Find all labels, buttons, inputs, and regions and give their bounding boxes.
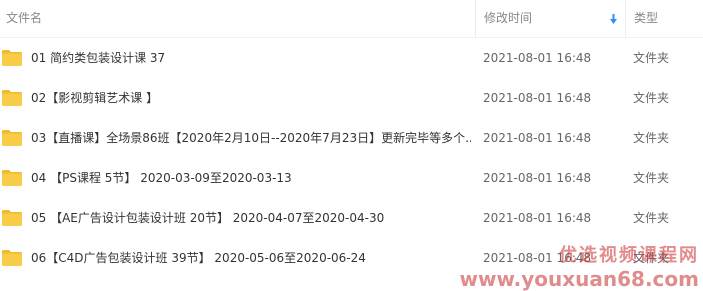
folder-icon — [2, 50, 22, 66]
file-modified-time: 2021-08-01 16:48 — [483, 211, 592, 225]
column-header-name[interactable]: 文件名 — [0, 0, 475, 37]
file-name[interactable]: 03【直播课】全场景86班【2020年2月10日--2020年7月23日】更新完… — [31, 118, 471, 158]
file-list-header: 文件名 修改时间 类型 — [0, 0, 703, 38]
column-header-modified-time[interactable]: 修改时间 — [475, 0, 625, 37]
file-row[interactable]: 04 【PS课程 5节】 2020-03-09至2020-03-13 2021-0… — [0, 158, 703, 198]
column-header-type[interactable]: 类型 — [625, 0, 703, 37]
file-type: 文件夹 — [633, 51, 670, 65]
file-name[interactable]: 02【影视剪辑艺术课 】 — [31, 78, 471, 118]
file-modified-time: 2021-08-01 16:48 — [483, 171, 592, 185]
file-name[interactable]: 01 简约类包装设计课 37 — [31, 38, 471, 78]
file-row[interactable]: 01 简约类包装设计课 37 2021-08-01 16:48 文件夹 — [0, 38, 703, 78]
file-type: 文件夹 — [633, 171, 670, 185]
file-modified-time: 2021-08-01 16:48 — [483, 251, 592, 265]
file-modified-time: 2021-08-01 16:48 — [483, 51, 592, 65]
file-type: 文件夹 — [633, 131, 670, 145]
folder-icon — [2, 130, 22, 146]
folder-icon — [2, 210, 22, 226]
file-row[interactable]: 02【影视剪辑艺术课 】 2021-08-01 16:48 文件夹 — [0, 78, 703, 118]
file-modified-time: 2021-08-01 16:48 — [483, 131, 592, 145]
folder-icon — [2, 170, 22, 186]
file-modified-time: 2021-08-01 16:48 — [483, 91, 592, 105]
folder-icon — [2, 90, 22, 106]
file-name[interactable]: 06【C4D广告包装设计班 39节】 2020-05-06至2020-06-24 — [31, 238, 471, 278]
file-row[interactable]: 05 【AE广告设计包装设计班 20节】 2020-04-07至2020-04-… — [0, 198, 703, 238]
column-header-name-label: 文件名 — [6, 11, 43, 25]
file-name[interactable]: 04 【PS课程 5节】 2020-03-09至2020-03-13 — [31, 158, 471, 198]
file-type: 文件夹 — [633, 91, 670, 105]
column-header-modified-time-label: 修改时间 — [484, 11, 533, 25]
file-row[interactable]: 03【直播课】全场景86班【2020年2月10日--2020年7月23日】更新完… — [0, 118, 703, 158]
file-type: 文件夹 — [633, 211, 670, 225]
sort-down-arrow-icon[interactable] — [610, 14, 617, 24]
folder-icon — [2, 250, 22, 266]
file-row[interactable]: 06【C4D广告包装设计班 39节】 2020-05-06至2020-06-24… — [0, 238, 703, 278]
file-type: 文件夹 — [633, 251, 670, 265]
file-name[interactable]: 05 【AE广告设计包装设计班 20节】 2020-04-07至2020-04-… — [31, 198, 471, 238]
column-header-type-label: 类型 — [634, 11, 659, 25]
